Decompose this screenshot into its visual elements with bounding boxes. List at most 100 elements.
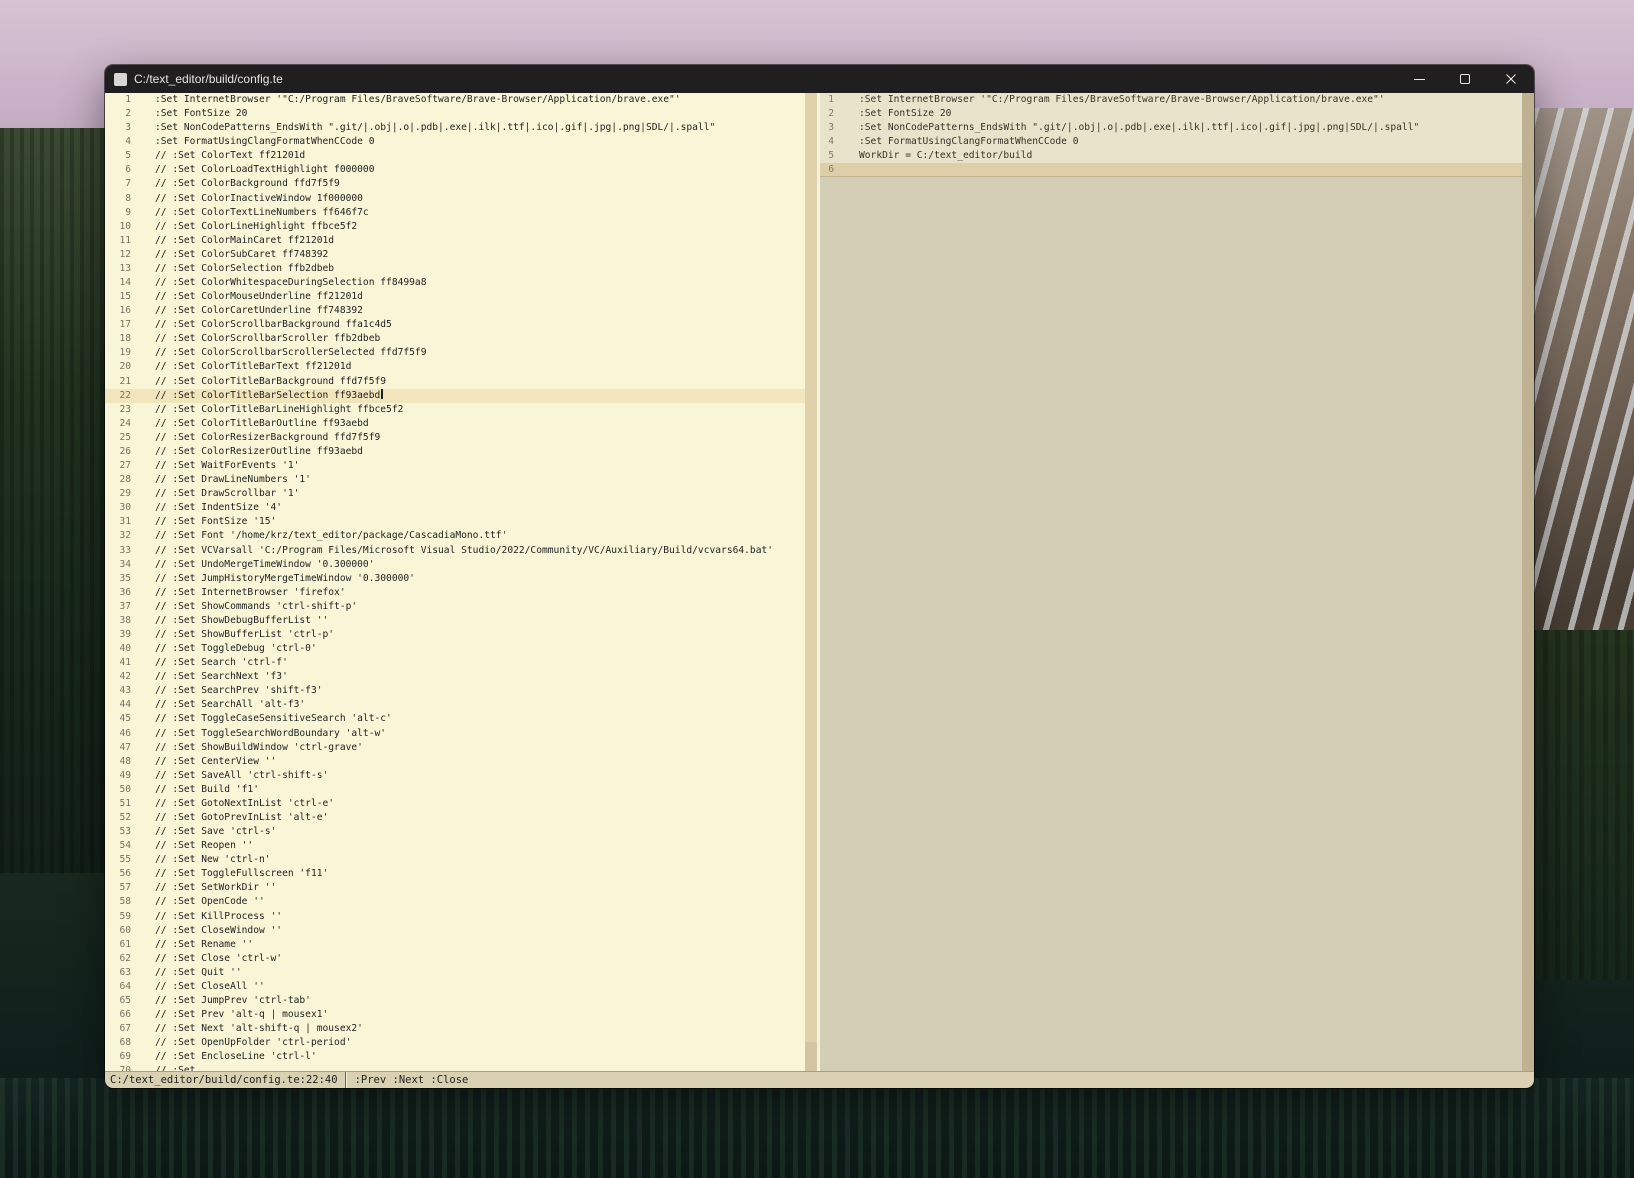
left-scrollbar[interactable] [805,93,817,1071]
line-text[interactable]: // :Set Next 'alt-shift-q | mousex2' [155,1023,363,1034]
code-line[interactable]: 1:Set InternetBrowser '"C:/Program Files… [105,93,805,107]
code-line[interactable]: 43// :Set SearchPrev 'shift-f3' [105,684,805,698]
code-line[interactable]: 70// :Set [105,1064,805,1071]
code-line[interactable]: 8// :Set ColorInactiveWindow 1f000000 [105,192,805,206]
code-line[interactable]: 37// :Set ShowCommands 'ctrl-shift-p' [105,600,805,614]
line-text[interactable]: // :Set ColorTitleBarOutline ff93aebd [155,418,369,429]
line-text[interactable]: // :Set SaveAll 'ctrl-shift-s' [155,770,328,781]
line-text[interactable]: WorkDir = C:/text_editor/build [859,150,1032,161]
code-line[interactable]: 20// :Set ColorTitleBarText ff21201d [105,360,805,374]
line-text[interactable]: // :Set ColorMainCaret ff21201d [155,235,334,246]
line-text[interactable]: // :Set SearchPrev 'shift-f3' [155,685,323,696]
code-line[interactable]: 48// :Set CenterView '' [105,755,805,769]
line-text[interactable]: // :Set ColorTextLineNumbers ff646f7c [155,207,369,218]
line-text[interactable]: // :Set New 'ctrl-n' [155,854,271,865]
editor-pane-inactive[interactable]: 1:Set InternetBrowser '"C:/Program Files… [820,93,1522,1071]
line-text[interactable]: // :Set Quit '' [155,967,242,978]
code-line[interactable]: 35// :Set JumpHistoryMergeTimeWindow '0.… [105,572,805,586]
code-line[interactable]: 6 [820,163,1522,177]
code-line[interactable]: 60// :Set CloseWindow '' [105,924,805,938]
line-text[interactable]: // :Set Build 'f1' [155,784,259,795]
code-line[interactable]: 46// :Set ToggleSearchWordBoundary 'alt-… [105,727,805,741]
line-text[interactable]: // :Set Rename '' [155,939,253,950]
line-text[interactable]: // :Set ToggleCaseSensitiveSearch 'alt-c… [155,713,392,724]
line-text[interactable]: // :Set EncloseLine 'ctrl-l' [155,1051,317,1062]
code-line[interactable]: 2:Set FontSize 20 [105,107,805,121]
code-line[interactable]: 40// :Set ToggleDebug 'ctrl-0' [105,642,805,656]
minimize-button[interactable] [1396,65,1442,93]
line-text[interactable]: // :Set ColorTitleBarSelection ff93aebd [155,390,380,401]
code-line[interactable]: 22// :Set ColorTitleBarSelection ff93aeb… [105,389,805,403]
line-text[interactable]: // :Set ColorText ff21201d [155,150,305,161]
line-text[interactable]: // :Set ColorTitleBarBackground ffd7f5f9 [155,376,386,387]
left-scrollbar-thumb[interactable] [805,93,817,1042]
line-text[interactable]: // :Set ColorResizerBackground ffd7f5f9 [155,432,380,443]
code-line[interactable]: 33// :Set VCVarsall 'C:/Program Files/Mi… [105,544,805,558]
line-text[interactable]: // :Set ColorScrollbarScroller ffb2dbeb [155,333,380,344]
code-line[interactable]: 34// :Set UndoMergeTimeWindow '0.300000' [105,558,805,572]
line-text[interactable]: // :Set ToggleDebug 'ctrl-0' [155,643,317,654]
line-text[interactable]: // :Set OpenUpFolder 'ctrl-period' [155,1037,351,1048]
code-line[interactable]: 59// :Set KillProcess '' [105,910,805,924]
line-text[interactable]: :Set FontSize 20 [155,108,247,119]
code-line[interactable]: 29// :Set DrawScrollbar '1' [105,487,805,501]
line-text[interactable]: // :Set SetWorkDir '' [155,882,276,893]
code-line[interactable]: 27// :Set WaitForEvents '1' [105,459,805,473]
line-text[interactable]: // :Set Save 'ctrl-s' [155,826,276,837]
code-line[interactable]: 1:Set InternetBrowser '"C:/Program Files… [820,93,1522,107]
code-line[interactable]: 16// :Set ColorCaretUnderline ff748392 [105,304,805,318]
line-text[interactable]: :Set NonCodePatterns_EndsWith ".git/|.ob… [859,122,1419,133]
code-line[interactable]: 5// :Set ColorText ff21201d [105,149,805,163]
code-line[interactable]: 18// :Set ColorScrollbarScroller ffb2dbe… [105,332,805,346]
line-text[interactable]: // :Set ColorLineHighlight ffbce5f2 [155,221,357,232]
line-text[interactable]: // :Set InternetBrowser 'firefox' [155,587,346,598]
line-text[interactable]: // :Set WaitForEvents '1' [155,460,299,471]
code-line[interactable]: 38// :Set ShowDebugBufferList '' [105,614,805,628]
line-text[interactable]: // :Set GotoPrevInList 'alt-e' [155,812,328,823]
code-line[interactable]: 53// :Set Save 'ctrl-s' [105,825,805,839]
code-line[interactable]: 68// :Set OpenUpFolder 'ctrl-period' [105,1036,805,1050]
line-text[interactable]: // :Set KillProcess '' [155,911,282,922]
code-line[interactable]: 63// :Set Quit '' [105,966,805,980]
code-line[interactable]: 31// :Set FontSize '15' [105,515,805,529]
code-line[interactable]: 44// :Set SearchAll 'alt-f3' [105,698,805,712]
line-text[interactable]: // :Set UndoMergeTimeWindow '0.300000' [155,559,375,570]
code-line[interactable]: 50// :Set Build 'f1' [105,783,805,797]
code-line[interactable]: 66// :Set Prev 'alt-q | mousex1' [105,1008,805,1022]
line-text[interactable]: // :Set Search 'ctrl-f' [155,657,288,668]
code-line[interactable]: 47// :Set ShowBuildWindow 'ctrl-grave' [105,741,805,755]
code-line[interactable]: 23// :Set ColorTitleBarLineHighlight ffb… [105,403,805,417]
code-line[interactable]: 30// :Set IndentSize '4' [105,501,805,515]
code-line[interactable]: 28// :Set DrawLineNumbers '1' [105,473,805,487]
code-line[interactable]: 10// :Set ColorLineHighlight ffbce5f2 [105,220,805,234]
code-line[interactable]: 25// :Set ColorResizerBackground ffd7f5f… [105,431,805,445]
line-text[interactable]: // :Set ColorSelection ffb2dbeb [155,263,334,274]
line-text[interactable]: // :Set CenterView '' [155,756,276,767]
line-text[interactable]: // :Set ShowDebugBufferList '' [155,615,328,626]
line-text[interactable]: // :Set ColorScrollbarScrollerSelected f… [155,347,426,358]
line-text[interactable]: :Set FontSize 20 [859,108,951,119]
line-text[interactable]: // :Set ShowBufferList 'ctrl-p' [155,629,334,640]
line-text[interactable]: // :Set SearchNext 'f3' [155,671,288,682]
code-line[interactable]: 4:Set FormatUsingClangFormatWhenCCode 0 [105,135,805,149]
line-text[interactable]: // :Set Close 'ctrl-w' [155,953,282,964]
code-line[interactable]: 12// :Set ColorSubCaret ff748392 [105,248,805,262]
code-line[interactable]: 67// :Set Next 'alt-shift-q | mousex2' [105,1022,805,1036]
editor-pane-active[interactable]: 1:Set InternetBrowser '"C:/Program Files… [105,93,805,1071]
line-text[interactable]: // :Set ColorLoadTextHighlight f000000 [155,164,375,175]
line-text[interactable]: // :Set ToggleSearchWordBoundary 'alt-w' [155,728,386,739]
code-line[interactable]: 61// :Set Rename '' [105,938,805,952]
close-button[interactable] [1488,65,1534,93]
line-text[interactable]: // :Set ColorCaretUnderline ff748392 [155,305,363,316]
code-line[interactable]: 54// :Set Reopen '' [105,839,805,853]
code-line[interactable]: 21// :Set ColorTitleBarBackground ffd7f5… [105,375,805,389]
code-line[interactable]: 11// :Set ColorMainCaret ff21201d [105,234,805,248]
line-text[interactable]: // :Set Reopen '' [155,840,253,851]
code-line[interactable]: 52// :Set GotoPrevInList 'alt-e' [105,811,805,825]
line-text[interactable]: // :Set ColorTitleBarText ff21201d [155,361,351,372]
line-text[interactable]: // :Set DrawScrollbar '1' [155,488,299,499]
status-commands[interactable]: :Prev :Next :Close [355,1074,469,1086]
line-text[interactable]: // :Set JumpHistoryMergeTimeWindow '0.30… [155,573,415,584]
code-line[interactable]: 14// :Set ColorWhitespaceDuringSelection… [105,276,805,290]
line-text[interactable]: // :Set ColorInactiveWindow 1f000000 [155,193,363,204]
